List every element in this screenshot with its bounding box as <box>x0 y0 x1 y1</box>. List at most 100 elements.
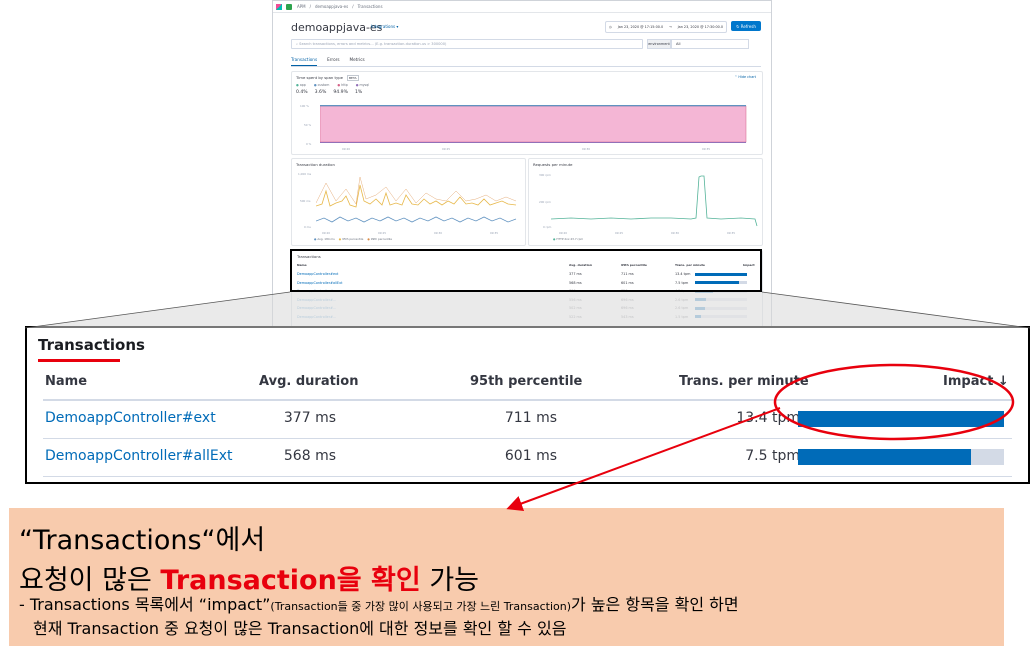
y-tick: 100 % <box>300 104 309 108</box>
legend-http-2xx[interactable]: ● HTTP 2xx 43.7 rpm <box>553 237 583 241</box>
legend-p95-label: 95th percentile <box>342 237 364 241</box>
mini-row-p95: 696 ms <box>621 297 634 302</box>
zoomed-transactions-table: Transactions Name Avg. duration 95th per… <box>25 326 1030 484</box>
environment-select[interactable]: All <box>671 39 749 49</box>
legend-item-mysql[interactable]: ● mysql <box>356 83 369 87</box>
y-tick: 300 rpm <box>539 173 551 177</box>
refresh-button[interactable]: ↻ Refresh <box>731 21 761 31</box>
custom-area <box>320 105 746 107</box>
tab-metrics[interactable]: Metrics <box>350 56 365 66</box>
header-impact[interactable]: Impact ↓ <box>943 374 1009 389</box>
breadcrumb-transactions: Transactions <box>357 4 383 9</box>
avg-line <box>316 216 517 223</box>
annotation-line-2: 요청이 많은 Transaction을 확인 가능 <box>19 558 479 597</box>
transaction-duration-panel: Transaction duration 1,000 ms 500 ms 0 m… <box>291 158 526 246</box>
y-tick: 0 ms <box>304 225 311 229</box>
highlight-box <box>290 249 762 292</box>
mini-row-tpm: 1.5 tpm <box>675 314 689 319</box>
environment-value: All <box>676 42 681 46</box>
pct-http: 94.9% <box>333 90 348 95</box>
hide-chart-link[interactable]: ⌃ Hide chart <box>734 75 756 79</box>
annotation-detail-small: (Transaction들 중 가장 많이 사용되고 가장 느린 Transac… <box>270 600 572 613</box>
environment-label: environment <box>647 39 671 49</box>
tpm-cell: 13.4 tpm <box>736 410 800 426</box>
breadcrumb-apm[interactable]: APM <box>297 4 306 9</box>
header-name[interactable]: Name <box>45 374 87 389</box>
rpm-panel-title: Requests per minute <box>533 162 573 167</box>
breadcrumb-service[interactable]: demoappjava-es <box>315 4 348 9</box>
annotation-line-2-after: 가능 <box>420 565 479 596</box>
x-tick: 09:30 <box>434 231 443 235</box>
mini-row-avg: 556 ms <box>569 297 582 302</box>
kibana-logo-icon[interactable] <box>276 3 282 10</box>
legend-p99[interactable]: ● 99th percentile <box>367 237 392 241</box>
header-95th-percentile[interactable]: 95th percentile <box>470 374 582 389</box>
breadcrumb-separator: / <box>309 4 311 9</box>
legend-http-label: http <box>341 83 348 87</box>
y-tick: 0 rpm <box>543 225 552 229</box>
y-tick: 200 rpm <box>539 200 551 204</box>
tab-errors[interactable]: Errors <box>327 56 339 66</box>
transaction-name-link[interactable]: DemoappController#allExt <box>45 448 233 464</box>
mini-row-name-link[interactable]: DemoappController#... <box>297 298 336 302</box>
annotation-detail-a: - Transactions 목록에서 “impact” <box>19 595 271 614</box>
mini-impact-bar <box>695 298 747 301</box>
mini-row-name-link[interactable]: DemoappController#... <box>297 306 336 310</box>
legend-http-2xx-label: HTTP 2xx 43.7 rpm <box>556 237 584 241</box>
annotation-line-1: “Transactions“에서 <box>19 525 266 556</box>
mini-row-name-link[interactable]: DemoappController#... <box>297 315 336 319</box>
legend-p99-label: 99th percentile <box>370 237 393 241</box>
integrations-menu[interactable]: Integrations ▾ <box>371 24 398 29</box>
title-underline <box>38 359 120 362</box>
arrow-down-icon[interactable]: ↓ <box>998 374 1009 389</box>
header-divider <box>43 399 1012 401</box>
top-nav-bar: APM / demoappjava-es / Transactions <box>273 1 771 13</box>
x-tick: 09:25 <box>378 231 387 235</box>
x-tick: 09:25 <box>615 231 624 235</box>
span-legend: ● app ● custom ● http ● mysql <box>296 83 369 87</box>
legend-avg[interactable]: ● Avg. 184 ms <box>314 237 335 241</box>
span-type-panel: Time spent by span type BETA ⌃ Hide char… <box>291 71 763 155</box>
annotation-highlight: Transaction을 확인 <box>160 565 421 596</box>
header-trans-per-minute[interactable]: Trans. per minute <box>679 374 809 389</box>
x-tick: 09:35 <box>490 231 499 235</box>
mini-row-avg: 502 ms <box>569 306 582 310</box>
tab-bar: Transactions Errors Metrics <box>291 56 761 67</box>
legend-item-http[interactable]: ● http <box>337 83 347 87</box>
zoom-connector-left <box>24 291 291 329</box>
mini-row-p95: 696 ms <box>621 306 634 310</box>
avg-duration-cell: 568 ms <box>283 448 336 464</box>
integrations-label: Integrations <box>371 24 396 29</box>
pct-app: 0.4% <box>296 90 308 95</box>
search-placeholder: Search transactions, errors and metrics.… <box>299 42 447 46</box>
legend-app-label: app <box>299 83 306 87</box>
search-input[interactable]: ⌕ Search transactions, errors and metric… <box>291 39 643 49</box>
legend-item-app[interactable]: ● app <box>296 83 306 87</box>
legend-item-custom[interactable]: ● custom <box>314 83 330 87</box>
y-tick: 50 % <box>304 123 312 127</box>
legend-p95[interactable]: ● 95th percentile <box>339 237 364 241</box>
p95-cell: 601 ms <box>504 448 557 464</box>
zoom-connector-right <box>761 291 1030 329</box>
date-end[interactable]: Jan 23, 2020 @ 17:30:00.0 <box>678 25 723 29</box>
span-percentages: 0.4% 3.6% 94.9% 1% <box>296 90 362 95</box>
date-picker[interactable]: ◷ Jan 23, 2020 @ 17:15:00.0 → Jan 23, 20… <box>605 21 727 33</box>
header-avg-duration[interactable]: Avg. duration <box>259 374 358 389</box>
mini-impact-fill <box>695 315 702 318</box>
mysql-area <box>320 142 746 143</box>
date-arrow: → <box>668 25 672 29</box>
date-start[interactable]: Jan 23, 2020 @ 17:15:00.0 <box>618 25 663 29</box>
y-tick: 500 ms <box>300 199 311 203</box>
x-tick: 09:30 <box>582 147 591 151</box>
duration-legend: ● Avg. 184 ms ● 95th percentile ● 99th p… <box>314 237 392 241</box>
refresh-label: Refresh <box>740 23 756 29</box>
span-area-chart <box>320 105 747 143</box>
calendar-icon[interactable]: ◷ <box>609 25 612 29</box>
transaction-name-link[interactable]: DemoappController#ext <box>45 410 216 426</box>
space-avatar-icon[interactable] <box>286 3 292 10</box>
annotation-detail: - Transactions 목록에서 “impact”(Transaction… <box>19 594 739 640</box>
pct-custom: 3.6% <box>314 90 327 95</box>
annotation-line-2-before: 요청이 많은 <box>19 565 161 596</box>
tab-transactions[interactable]: Transactions <box>291 56 318 66</box>
x-tick: 09:30 <box>671 231 680 235</box>
